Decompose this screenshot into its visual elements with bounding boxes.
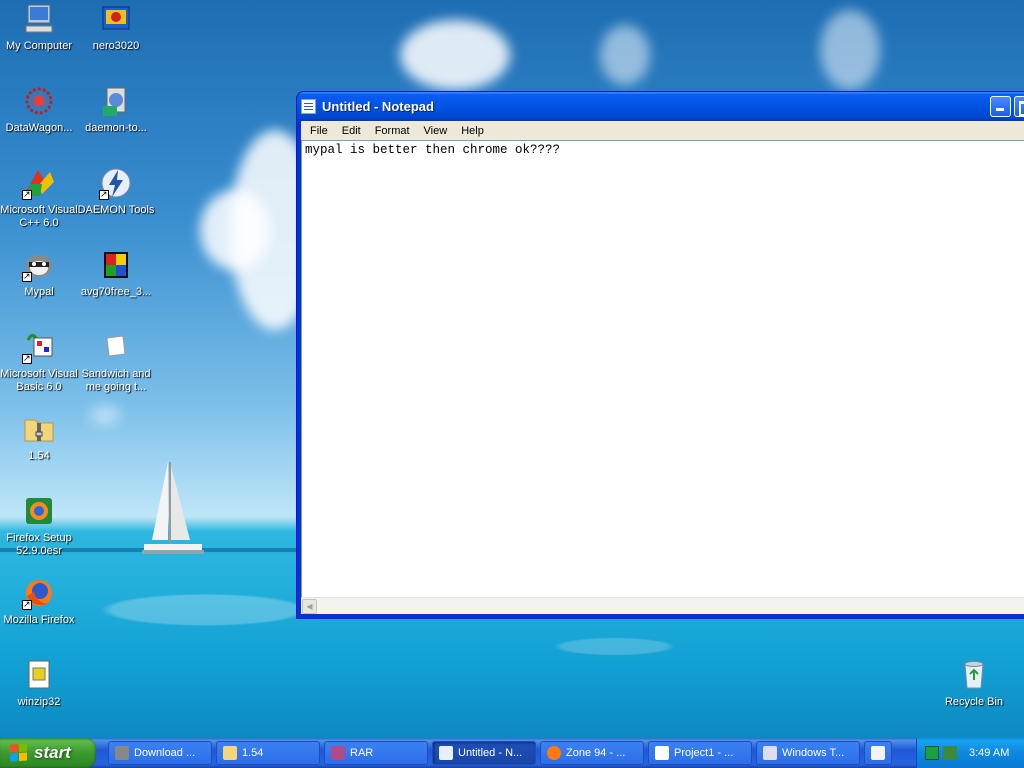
desktop-icon-recycle-bin[interactable]: Recycle Bin: [935, 658, 1013, 709]
desktop-icon-visual-cpp[interactable]: Microsoft Visual C++ 6.0: [0, 166, 78, 230]
menu-format[interactable]: Format: [368, 125, 417, 137]
task-label: Download ...: [134, 747, 196, 759]
desktop-icon-visual-basic[interactable]: Microsoft Visual Basic 6.0: [0, 330, 78, 394]
desktop-icon-mozilla-firefox[interactable]: Mozilla Firefox: [0, 576, 78, 627]
menu-view[interactable]: View: [417, 125, 455, 137]
desktop-icon-mypal[interactable]: Mypal: [0, 248, 78, 299]
desktop-icon-label: DAEMON Tools: [77, 204, 155, 216]
winzip-icon: [22, 658, 56, 692]
task-manager-icon: [763, 746, 777, 760]
green-tray-icon[interactable]: [925, 746, 939, 760]
daemon-tools-icon: [99, 166, 133, 201]
rar-icon: [331, 746, 345, 760]
menu-edit[interactable]: Edit: [335, 125, 368, 137]
menu-file[interactable]: File: [303, 125, 335, 137]
desktop-icon-winzip32[interactable]: winzip32: [0, 658, 78, 709]
task-label: RAR: [350, 747, 374, 759]
desktop-icon-datawagon[interactable]: DataWagon...: [0, 84, 78, 135]
scroll-left-icon[interactable]: ◀: [302, 599, 317, 614]
desktop-icon-label: 1.54: [28, 450, 50, 462]
desktop-icon-daemon-tools-installer[interactable]: daemon-to...: [77, 84, 155, 135]
firefox-icon: [547, 746, 561, 760]
task-project1[interactable]: Project1 - ...: [648, 741, 752, 765]
minimize-button[interactable]: [990, 96, 1011, 117]
desktop-icon-1-54[interactable]: 1.54: [0, 412, 78, 463]
task-1-54[interactable]: 1.54: [216, 741, 320, 765]
recycle-bin-icon: [957, 658, 991, 692]
blank-document-icon: [99, 330, 133, 364]
task-label: Untitled - N...: [458, 747, 523, 759]
desktop-icon-label: DataWagon...: [5, 122, 73, 134]
desktop-icon-label: My Computer: [5, 40, 73, 52]
desktop-icon-label: nero3020: [92, 40, 140, 52]
menu-help[interactable]: Help: [454, 125, 491, 137]
window-title: Untitled - Notepad: [322, 99, 434, 114]
firefox-setup-icon: [22, 494, 56, 528]
task-label: Project1 - ...: [674, 747, 734, 759]
desktop-icon-label: daemon-to...: [85, 122, 147, 134]
desktop-icon-daemon-tools[interactable]: DAEMON Tools: [77, 166, 155, 217]
text-editor-area[interactable]: mypal is better then chrome ok????: [301, 140, 1024, 605]
visual-basic-icon: [22, 330, 56, 365]
desktop-icon-label: avg70free_3...: [80, 286, 152, 298]
horizontal-scrollbar[interactable]: ◀: [301, 597, 1024, 614]
task-label: Zone 94 - ...: [566, 747, 626, 759]
notepad-icon[interactable]: [301, 99, 316, 114]
shortcut-arrow-icon: [22, 598, 32, 611]
nero-installer-icon: [99, 2, 133, 36]
mypal-icon: [115, 746, 129, 760]
visual-basic-icon: [655, 746, 669, 760]
visual-cpp-icon: [22, 166, 56, 201]
task-label: 1.54: [242, 747, 264, 759]
desktop-icon-label: Mypal: [24, 286, 54, 298]
system-tray: 3:49 AM: [916, 738, 1024, 768]
desktop-icon-label: Recycle Bin: [944, 696, 1004, 708]
datawagon-icon: [22, 84, 56, 118]
sailboat-image: [142, 462, 204, 554]
maximize-button[interactable]: [1014, 96, 1024, 117]
avg-installer-icon: [99, 248, 133, 282]
start-button[interactable]: start: [0, 738, 96, 768]
menu-bar: File Edit Format View Help: [301, 121, 1024, 140]
task-keyboard[interactable]: [864, 741, 892, 765]
firefox-icon: [22, 576, 56, 611]
keyboard-icon: [871, 746, 885, 760]
task-windows-task-manager[interactable]: Windows T...: [756, 741, 860, 765]
clock[interactable]: 3:49 AM: [969, 747, 1009, 759]
shortcut-arrow-icon: [22, 270, 32, 283]
shortcut-arrow-icon: [99, 188, 109, 201]
desktop-icon-label: winzip32: [17, 696, 61, 708]
network-tray-icon[interactable]: [943, 746, 957, 760]
desktop-icon-firefox-setup[interactable]: Firefox Setup 52.9.0esr: [0, 494, 78, 558]
mypal-raccoon-icon: [22, 248, 56, 283]
task-zone-94[interactable]: Zone 94 - ...: [540, 741, 644, 765]
notepad-window[interactable]: Untitled - Notepad File Edit Format View…: [296, 91, 1024, 619]
desktop-icon-nero3020[interactable]: nero3020: [77, 2, 155, 53]
desktop-icon-my-computer[interactable]: My Computer: [0, 2, 78, 53]
task-download[interactable]: Download ...: [108, 741, 212, 765]
zip-folder-icon: [22, 412, 56, 446]
desktop-icon-label: Microsoft Visual Basic 6.0: [0, 368, 78, 393]
start-label: start: [34, 743, 71, 762]
windows-flag-icon: [10, 743, 28, 762]
window-controls: [987, 96, 1024, 117]
taskbar: start Download ... 1.54 RAR Untitled - N…: [0, 738, 1024, 768]
shortcut-arrow-icon: [22, 352, 32, 365]
task-untitled-notepad[interactable]: Untitled - N...: [432, 741, 536, 765]
notepad-icon: [439, 746, 453, 760]
installer-icon: [99, 84, 133, 118]
desktop-icon-avg70free[interactable]: avg70free_3...: [77, 248, 155, 299]
computer-icon: [22, 2, 56, 36]
zip-folder-icon: [223, 746, 237, 760]
shortcut-arrow-icon: [22, 188, 32, 201]
window-titlebar[interactable]: Untitled - Notepad: [297, 92, 1024, 121]
desktop-icon-label: Mozilla Firefox: [3, 614, 75, 626]
desktop-icon-label: Microsoft Visual C++ 6.0: [0, 204, 78, 229]
task-rar[interactable]: RAR: [324, 741, 428, 765]
desktop-icon-label: Firefox Setup 52.9.0esr: [6, 532, 72, 557]
desktop-icon-sandwich-and-me[interactable]: Sandwich and me going t...: [77, 330, 155, 394]
desktop-icon-label: Sandwich and me going t...: [81, 368, 151, 393]
task-label: Windows T...: [782, 747, 845, 759]
